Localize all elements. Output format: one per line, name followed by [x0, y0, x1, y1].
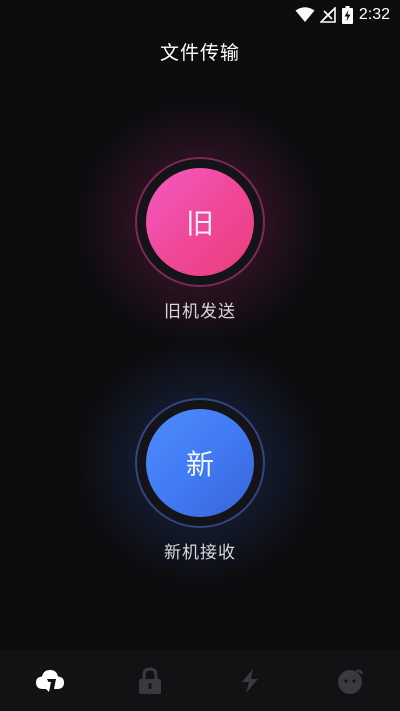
bottom-nav: [0, 650, 400, 711]
lightning-icon: [242, 668, 258, 693]
new-device-symbol: 新: [185, 448, 214, 481]
new-device-receive-button[interactable]: 新: [75, 338, 325, 588]
new-device-label: 新机接收: [164, 543, 236, 563]
status-bar: 2:32: [0, 0, 400, 30]
nav-item-privacy[interactable]: [100, 650, 200, 711]
no-signal-icon: [319, 7, 336, 23]
nav-item-transfer[interactable]: [0, 650, 100, 711]
cloud-upload-icon: [36, 669, 64, 692]
status-time: 2:32: [358, 6, 390, 23]
old-device-disc[interactable]: 旧: [146, 168, 254, 276]
lock-icon: [139, 666, 161, 694]
old-device-send-button[interactable]: 旧: [75, 97, 325, 347]
app-screen: 2:32 文件传输 旧 旧机发送 新 新机接收: [0, 0, 400, 711]
battery-charging-icon: [341, 6, 353, 24]
wifi-icon: [295, 7, 315, 22]
smiley-icon: [338, 669, 364, 694]
nav-item-boost[interactable]: [200, 650, 300, 711]
old-device-symbol: 旧: [185, 207, 214, 240]
page-title: 文件传输: [159, 42, 240, 64]
old-device-label: 旧机发送: [164, 302, 236, 322]
status-icons: 2:32: [295, 4, 390, 26]
new-device-disc[interactable]: 新: [146, 409, 254, 517]
nav-item-profile[interactable]: [300, 650, 400, 711]
